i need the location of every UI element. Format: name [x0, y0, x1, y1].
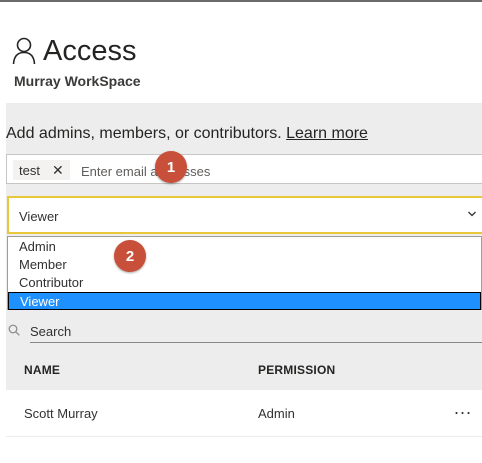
- callout-badge-2: 2: [114, 240, 146, 272]
- column-header-permission: PERMISSION: [258, 363, 336, 377]
- search-bar: [6, 320, 482, 344]
- top-divider: [0, 0, 482, 2]
- role-dropdown: Admin Member Contributor Viewer: [7, 236, 482, 310]
- email-field[interactable]: test ✕: [6, 154, 482, 184]
- add-prompt: Add admins, members, or contributors. Le…: [6, 125, 368, 143]
- chip-label: test: [19, 162, 40, 178]
- search-icon: [8, 324, 20, 336]
- more-options-button[interactable]: ...: [454, 398, 472, 419]
- role-option-contributor[interactable]: Contributor: [8, 274, 481, 292]
- learn-more-link[interactable]: Learn more: [286, 125, 368, 142]
- recipient-chip: test ✕: [13, 160, 70, 180]
- role-option-viewer[interactable]: Viewer: [8, 292, 481, 310]
- user-permission: Admin: [258, 406, 295, 421]
- page-title: Access: [43, 34, 137, 67]
- close-icon[interactable]: ✕: [52, 162, 64, 179]
- user-name: Scott Murray: [24, 406, 98, 421]
- table-row: Scott Murray Admin ...: [6, 390, 482, 436]
- column-header-name: NAME: [24, 363, 61, 377]
- workspace-name: Murray WorkSpace: [14, 73, 141, 89]
- role-option-member[interactable]: Member: [8, 256, 481, 274]
- search-input[interactable]: [30, 320, 482, 343]
- role-option-admin[interactable]: Admin: [8, 238, 481, 256]
- role-select[interactable]: Viewer: [7, 196, 482, 234]
- email-input[interactable]: [79, 160, 463, 182]
- role-select-value: Viewer: [19, 209, 59, 224]
- callout-badge-1: 1: [155, 151, 187, 183]
- chevron-down-icon: [468, 211, 476, 217]
- page-header: Access: [12, 34, 136, 68]
- person-icon: [12, 37, 36, 65]
- add-prompt-text: Add admins, members, or contributors.: [6, 125, 282, 142]
